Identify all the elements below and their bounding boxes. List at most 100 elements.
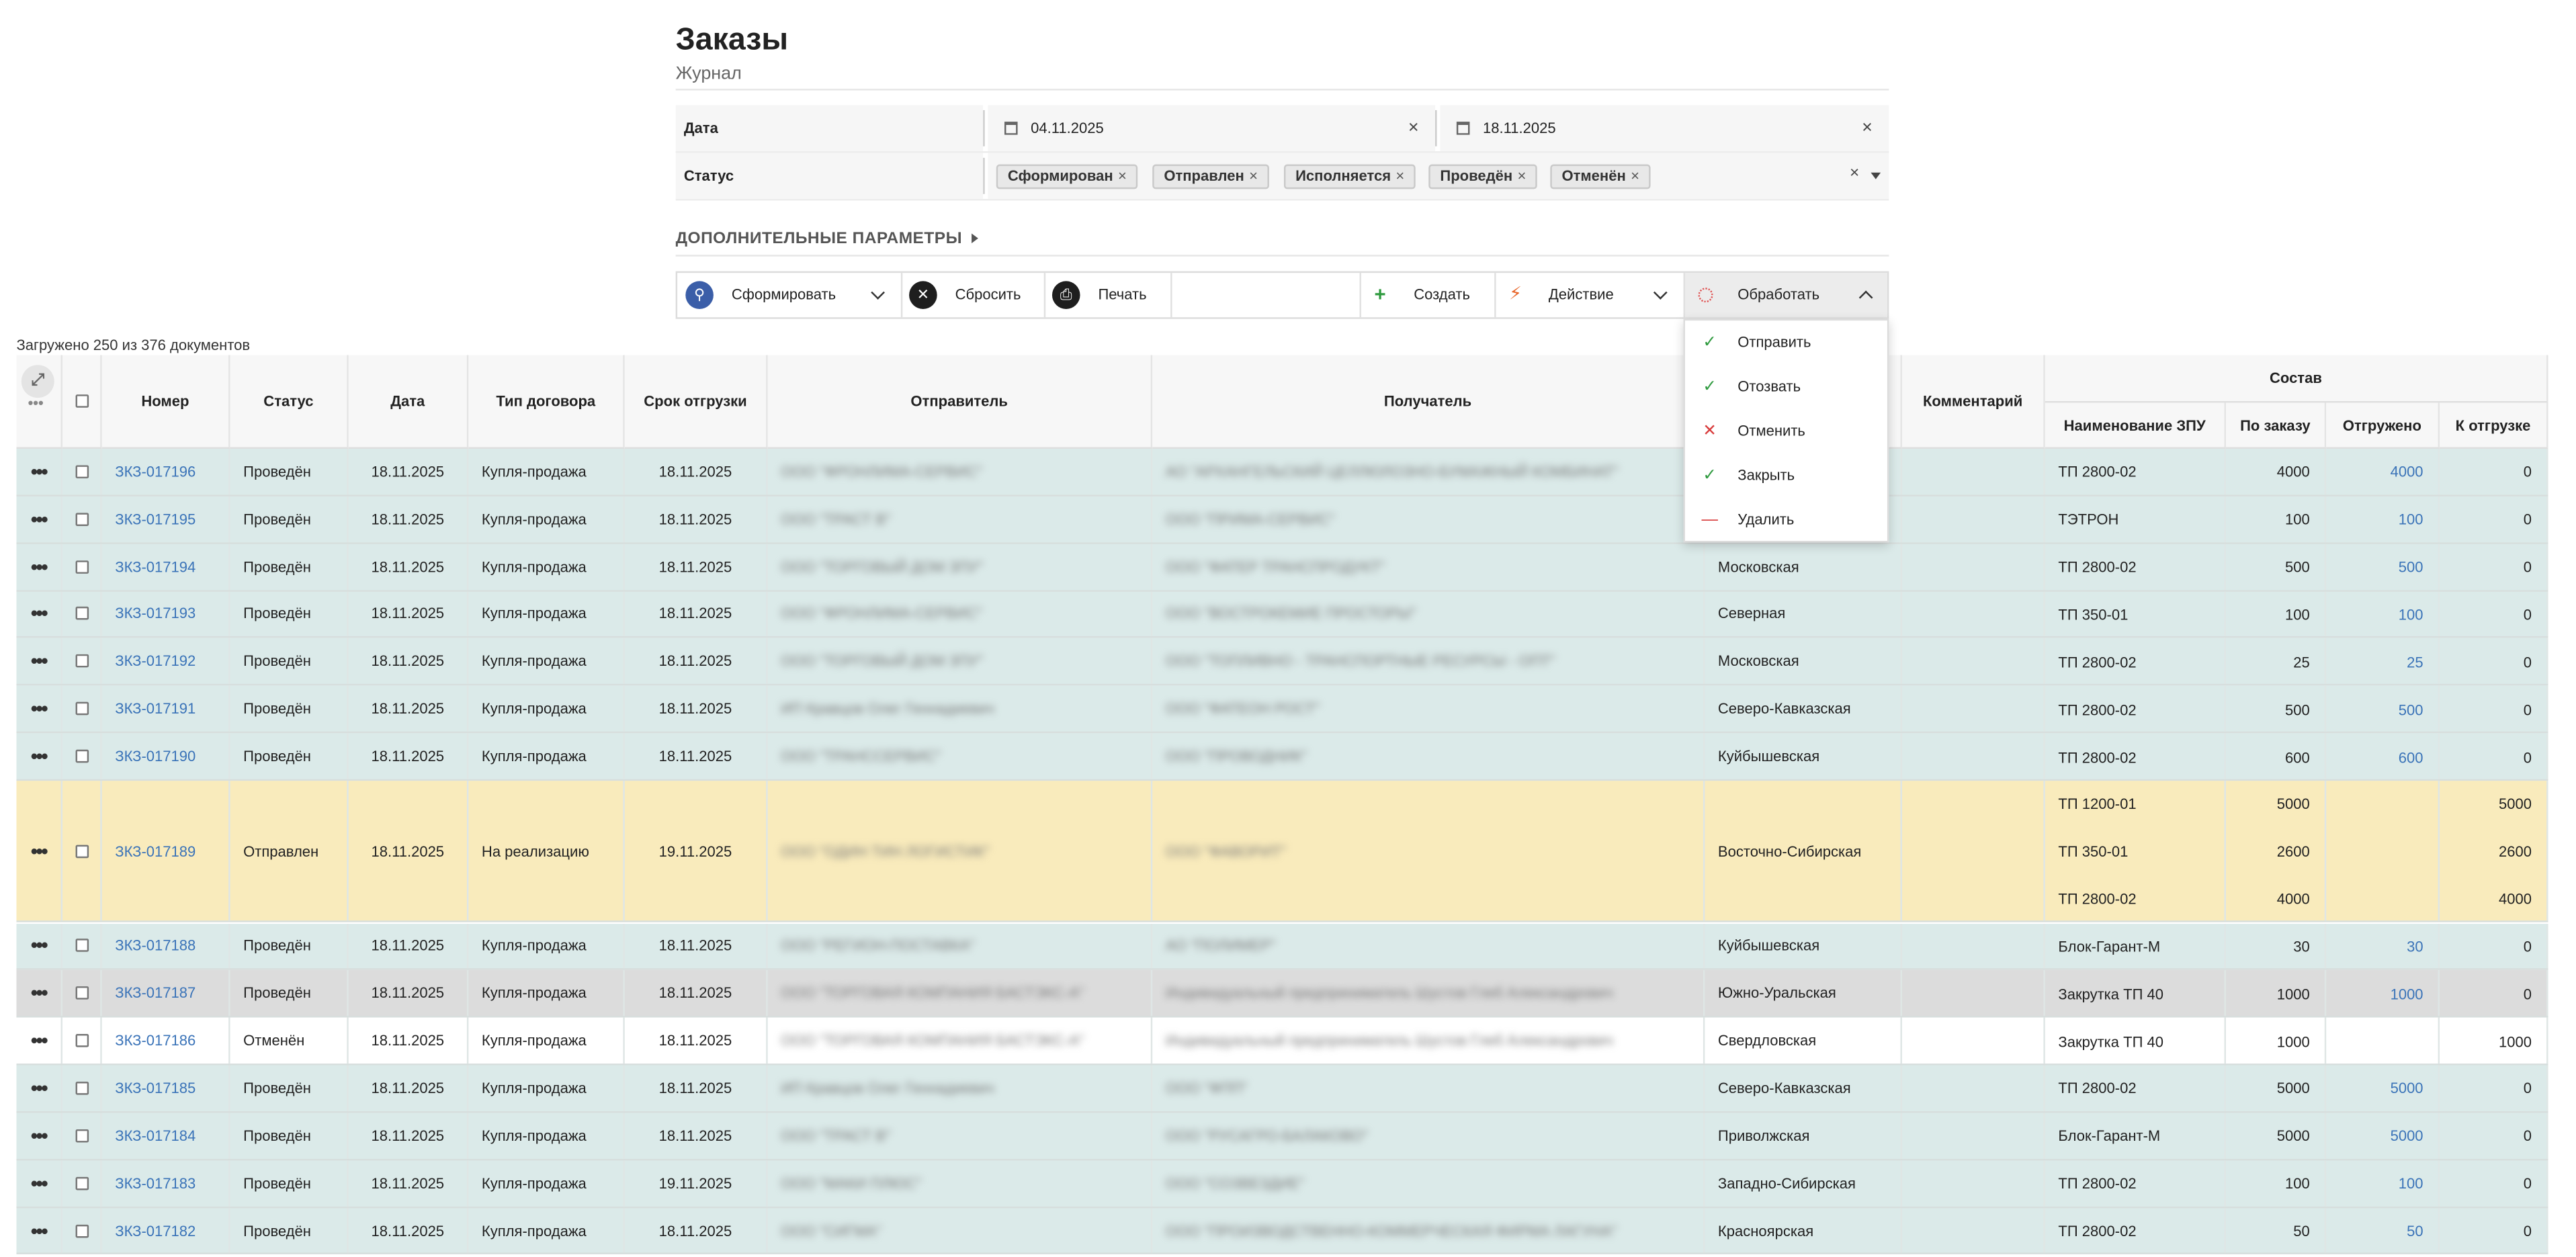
order-number-link[interactable]: ЗКЗ-017182 xyxy=(115,1222,196,1238)
more-icon[interactable]: ••• xyxy=(31,1172,48,1195)
order-number-link[interactable]: ЗКЗ-017184 xyxy=(115,1127,196,1143)
more-icon[interactable]: ••• xyxy=(31,460,48,483)
menu-item-cancel[interactable]: ✕ Отменить xyxy=(1685,409,1887,453)
action-button[interactable]: ⚡ Действие xyxy=(1496,273,1684,317)
column-header-sender[interactable]: Отправитель xyxy=(767,355,1153,449)
order-number-link[interactable]: ЗКЗ-017195 xyxy=(115,511,196,527)
status-chip[interactable]: Отменён × xyxy=(1550,164,1651,189)
row-checkbox[interactable] xyxy=(75,844,88,858)
order-number-link[interactable]: ЗКЗ-017188 xyxy=(115,938,196,954)
status-chip[interactable]: Сформирован × xyxy=(996,164,1138,189)
date-from-field[interactable]: 04.11.2025 × xyxy=(988,105,1436,152)
process-button[interactable]: Обработать xyxy=(1684,273,1887,318)
clear-status-icon[interactable]: × xyxy=(1850,165,1859,183)
item-shipped[interactable] xyxy=(2326,781,2438,828)
table-row[interactable]: ••• ЗКЗ-017185 Проведён 18.11.2025 Купля-про… xyxy=(16,1065,2548,1113)
row-checkbox[interactable] xyxy=(75,560,88,573)
row-checkbox[interactable] xyxy=(75,702,88,716)
caret-down-icon[interactable] xyxy=(1871,172,1881,179)
table-row[interactable]: ••• ЗКЗ-017184 Проведён 18.11.2025 Купля-про… xyxy=(16,1113,2548,1160)
more-icon[interactable]: ••• xyxy=(31,555,48,578)
order-number-link[interactable]: ЗКЗ-017187 xyxy=(115,985,196,1001)
more-icon[interactable]: ••• xyxy=(31,935,48,957)
menu-item-close[interactable]: ✓ Закрыть xyxy=(1685,453,1887,498)
order-number-link[interactable]: ЗКЗ-017189 xyxy=(115,842,196,859)
item-shipped[interactable]: 100 xyxy=(2326,496,2438,542)
calendar-icon[interactable] xyxy=(1456,122,1470,135)
table-row[interactable]: ••• ЗКЗ-017194 Проведён 18.11.2025 Купля-про… xyxy=(16,544,2548,591)
date-to-field[interactable]: 18.11.2025 × xyxy=(1440,105,1889,152)
column-header-to-ship[interactable]: К отгрузке xyxy=(2440,402,2548,449)
print-button[interactable]: ⎙ Печать xyxy=(1045,273,1170,317)
item-shipped[interactable]: 500 xyxy=(2326,686,2438,732)
chip-remove-icon[interactable]: × xyxy=(1631,168,1639,184)
reset-button[interactable]: ✕ Сбросить xyxy=(902,273,1043,317)
extra-params-toggle[interactable]: ДОПОЛНИТЕЛЬНЫЕ ПАРАМЕТРЫ xyxy=(676,230,979,248)
more-icon[interactable]: ••• xyxy=(31,1029,48,1052)
column-header-number[interactable]: Номер xyxy=(101,355,230,449)
item-shipped[interactable]: 50 xyxy=(2326,1207,2438,1253)
order-number-link[interactable]: ЗКЗ-017183 xyxy=(115,1175,196,1191)
order-number-link[interactable]: ЗКЗ-017196 xyxy=(115,464,196,480)
column-header-date[interactable]: Дата xyxy=(348,355,469,449)
row-checkbox[interactable] xyxy=(75,939,88,953)
table-row[interactable]: ••• ЗКЗ-017182 Проведён 18.11.2025 Купля-про… xyxy=(16,1207,2548,1255)
more-icon[interactable]: ••• xyxy=(31,507,48,530)
expand-icon[interactable]: ⤢ xyxy=(21,365,54,398)
item-shipped[interactable]: 600 xyxy=(2326,734,2438,779)
menu-item-recall[interactable]: ✓ Отозвать xyxy=(1685,365,1887,409)
table-row[interactable]: ••• ЗКЗ-017193 Проведён 18.11.2025 Купля-про… xyxy=(16,591,2548,639)
chevron-up-icon[interactable] xyxy=(1858,290,1873,305)
row-checkbox[interactable] xyxy=(75,1034,88,1047)
status-chip[interactable]: Исполняется × xyxy=(1283,164,1416,189)
more-icon[interactable]: ••• xyxy=(31,1124,48,1147)
item-shipped[interactable]: 5000 xyxy=(2326,1113,2438,1158)
table-row[interactable]: ••• ЗКЗ-017196 Проведён 18.11.2025 Купля-про… xyxy=(16,448,2548,496)
more-icon[interactable]: ••• xyxy=(31,982,48,1004)
chip-remove-icon[interactable]: × xyxy=(1118,168,1127,184)
more-icon[interactable]: ••• xyxy=(31,1077,48,1100)
status-chip[interactable]: Проведён × xyxy=(1428,164,1538,189)
form-button[interactable]: ⚲ Сформировать xyxy=(677,273,901,317)
order-number-link[interactable]: ЗКЗ-017186 xyxy=(115,1033,196,1049)
column-header-receiver[interactable]: Получатель xyxy=(1152,355,1705,449)
select-all-checkbox[interactable] xyxy=(75,394,88,408)
order-number-link[interactable]: ЗКЗ-017185 xyxy=(115,1080,196,1096)
chevron-down-icon[interactable] xyxy=(871,286,885,300)
row-checkbox[interactable] xyxy=(75,1176,88,1190)
status-multiselect[interactable]: Сформирован × Отправлен × Исполняется × Про… xyxy=(988,153,1889,200)
clear-date-to-icon[interactable]: × xyxy=(1862,105,1873,152)
item-shipped[interactable] xyxy=(2326,828,2438,876)
column-header-ordered[interactable]: По заказу xyxy=(2225,402,2327,449)
more-icon[interactable]: ••• xyxy=(31,1219,48,1242)
more-icon[interactable]: ••• xyxy=(31,744,48,767)
table-row[interactable]: ••• ЗКЗ-017183 Проведён 18.11.2025 Купля-про… xyxy=(16,1160,2548,1208)
table-row[interactable]: ••• ЗКЗ-017190 Проведён 18.11.2025 Купля-про… xyxy=(16,733,2548,781)
chip-remove-icon[interactable]: × xyxy=(1396,168,1404,184)
item-shipped[interactable]: 30 xyxy=(2326,923,2438,969)
order-number-link[interactable]: ЗКЗ-017192 xyxy=(115,653,196,669)
row-checkbox[interactable] xyxy=(75,1081,88,1095)
table-row[interactable]: ••• ЗКЗ-017195 Проведён 18.11.2025 Купля-про… xyxy=(16,496,2548,544)
order-number-link[interactable]: ЗКЗ-017193 xyxy=(115,606,196,622)
row-checkbox[interactable] xyxy=(75,1129,88,1143)
status-chip[interactable]: Отправлен × xyxy=(1152,164,1270,189)
column-header-zpu-name[interactable]: Наименование ЗПУ xyxy=(2045,402,2226,449)
column-header-comment[interactable]: Комментарий xyxy=(1901,355,2045,449)
item-shipped[interactable] xyxy=(2326,875,2438,921)
calendar-icon[interactable] xyxy=(1004,122,1018,135)
table-row[interactable]: ••• ЗКЗ-017186 Отменён 18.11.2025 Купля-прод… xyxy=(16,1018,2548,1066)
row-checkbox[interactable] xyxy=(75,654,88,668)
table-row[interactable]: ••• ЗКЗ-017188 Проведён 18.11.2025 Купля-про… xyxy=(16,922,2548,971)
more-icon[interactable]: ••• xyxy=(31,840,48,863)
item-shipped[interactable]: 4000 xyxy=(2326,449,2438,494)
column-header-status[interactable]: Статус xyxy=(230,355,349,449)
item-shipped[interactable]: 25 xyxy=(2326,638,2438,684)
column-header-shipped[interactable]: Отгружено xyxy=(2326,402,2440,449)
more-icon[interactable]: ••• xyxy=(31,650,48,673)
row-checkbox[interactable] xyxy=(75,465,88,478)
order-number-link[interactable]: ЗКЗ-017190 xyxy=(115,748,196,764)
chip-remove-icon[interactable]: × xyxy=(1249,168,1258,184)
order-number-link[interactable]: ЗКЗ-017191 xyxy=(115,701,196,717)
item-shipped[interactable]: 5000 xyxy=(2326,1066,2438,1111)
